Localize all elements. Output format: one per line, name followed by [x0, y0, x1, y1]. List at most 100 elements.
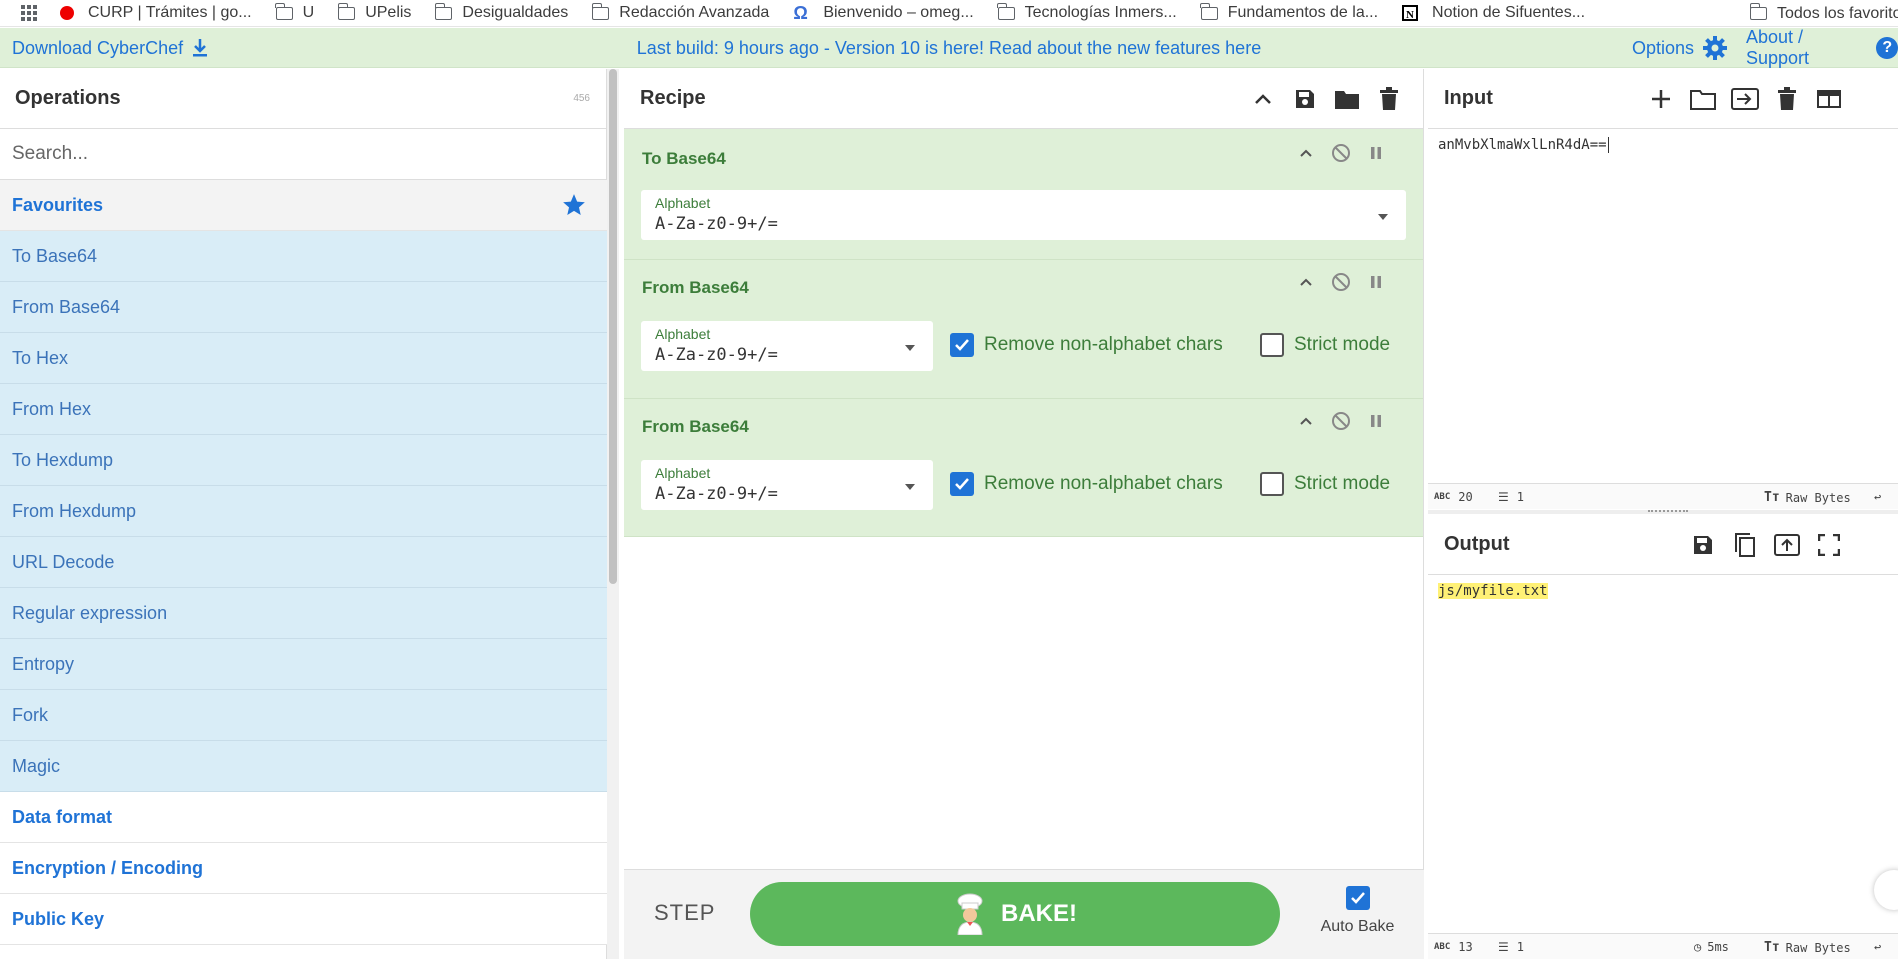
all-bookmarks[interactable]: Todos los favoritos: [1749, 0, 1898, 26]
add-tab-icon[interactable]: [1640, 84, 1682, 114]
field-label: Alphabet: [655, 326, 711, 342]
io-resize-handle[interactable]: [1428, 510, 1898, 514]
bookmark-item[interactable]: Fundamentos de la...: [1200, 2, 1378, 22]
encoding-label: Raw Bytes: [1785, 490, 1851, 505]
folder-icon: [591, 2, 610, 20]
breakpoint-icon[interactable]: [1358, 275, 1393, 289]
field-value: A-Za-z0-9+/=: [655, 214, 778, 234]
clear-input-icon[interactable]: [1766, 84, 1808, 114]
recipe-op-title: To Base64: [642, 149, 726, 168]
operation-item[interactable]: Fork: [0, 690, 607, 741]
top-banner: Download CyberChef Last build: 9 hours a…: [0, 27, 1898, 68]
operation-item[interactable]: To Hex: [0, 333, 607, 384]
disable-icon[interactable]: [1323, 272, 1358, 292]
alphabet-select[interactable]: Alphabet A-Za-z0-9+/=: [641, 321, 933, 371]
collapse-icon[interactable]: [1288, 416, 1323, 426]
operation-item[interactable]: Entropy: [0, 639, 607, 690]
bookmark-label: Bienvenido – omeg...: [823, 4, 974, 21]
maximise-icon[interactable]: [1808, 530, 1850, 560]
bookmark-item[interactable]: N Notion de Sifuentes...: [1402, 4, 1585, 22]
options-button[interactable]: Options: [1632, 28, 1728, 68]
category-public-key[interactable]: Public Key: [0, 894, 607, 945]
input-status-bar: ABC 20 ☰ 1 Tт Raw Bytes ↩: [1428, 483, 1898, 509]
operation-item[interactable]: From Hex: [0, 384, 607, 435]
copy-output-icon[interactable]: [1724, 530, 1766, 560]
alphabet-select[interactable]: Alphabet A-Za-z0-9+/=: [641, 190, 1406, 240]
operation-item[interactable]: To Base64: [0, 231, 607, 282]
scrollbar-thumb[interactable]: [609, 69, 617, 584]
checkbox-label: Remove non-alphabet chars: [984, 473, 1223, 494]
category-favourites[interactable]: Favourites: [0, 180, 607, 231]
category-encryption-encoding[interactable]: Encryption / Encoding: [0, 843, 607, 894]
lines-icon: ☰: [1498, 490, 1509, 504]
bookmark-item[interactable]: Redacción Avanzada: [591, 2, 770, 22]
download-cyberchef-link[interactable]: Download CyberChef: [12, 28, 209, 68]
operations-title: Operations: [15, 87, 121, 109]
collapse-icon[interactable]: [1288, 277, 1323, 287]
disable-icon[interactable]: [1323, 411, 1358, 431]
field-label: Alphabet: [655, 465, 711, 481]
bookmark-label: Tecnologías Inmers...: [1024, 4, 1177, 21]
options-label: Options: [1632, 37, 1695, 58]
operations-count: 456: [573, 93, 590, 104]
word-wrap-icon[interactable]: ↩: [1874, 490, 1881, 504]
word-wrap-icon[interactable]: ↩: [1874, 940, 1881, 954]
input-panel: Input anMvbXlmaWxlLnR4dA== ABC 20 ☰ 1 Tт Ra…: [1428, 69, 1898, 510]
collapse-icon[interactable]: [1288, 148, 1323, 158]
apps-grid-icon[interactable]: [0, 0, 58, 26]
save-recipe-icon[interactable]: [1284, 84, 1326, 114]
chef-icon: [957, 893, 983, 935]
bookmark-item[interactable]: Desigualdades: [434, 2, 568, 22]
recipe-op-to-base64[interactable]: To Base64 Alphabet A-Za-z0-9+/=: [624, 129, 1423, 260]
download-label: Download CyberChef: [12, 37, 184, 58]
bookmark-item[interactable]: CURP | Trámites | go...: [58, 4, 252, 22]
layout-icon[interactable]: [1808, 84, 1850, 114]
category-data-format[interactable]: Data format: [0, 792, 607, 843]
operations-search-input[interactable]: Search...: [0, 129, 606, 180]
auto-bake-label: Auto Bake: [1320, 918, 1395, 935]
breakpoint-icon[interactable]: [1358, 146, 1393, 160]
load-recipe-icon[interactable]: [1326, 84, 1368, 114]
alphabet-select[interactable]: Alphabet A-Za-z0-9+/=: [641, 460, 933, 510]
folder-icon: [1749, 3, 1767, 20]
clear-recipe-icon[interactable]: [1368, 84, 1410, 114]
open-file-icon[interactable]: [1724, 84, 1766, 114]
input-textarea[interactable]: anMvbXlmaWxlLnR4dA==: [1438, 137, 1609, 153]
operations-list: Favourites To Base64 From Base64 To Hex …: [0, 180, 607, 945]
operation-item[interactable]: From Hexdump: [0, 486, 607, 537]
operations-header: Operations 456: [0, 69, 606, 129]
recipe-op-from-base64[interactable]: From Base64 Alphabet A-Za-z0-9+/= Remove…: [624, 399, 1423, 537]
remove-non-alphabet-checkbox[interactable]: Remove non-alphabet chars: [950, 472, 1223, 496]
operation-item[interactable]: To Hexdump: [0, 435, 607, 486]
bookmark-item[interactable]: UPelis: [337, 2, 412, 22]
bake-button[interactable]: BAKE!: [750, 882, 1280, 946]
auto-bake-checkbox[interactable]: Auto Bake: [1310, 886, 1405, 936]
operation-item[interactable]: Regular expression: [0, 588, 607, 639]
open-folder-icon[interactable]: [1682, 84, 1724, 114]
bookmark-label: UPelis: [365, 4, 412, 21]
bookmark-item[interactable]: U: [275, 2, 314, 22]
about-support-button[interactable]: About / Support ?: [1746, 27, 1898, 68]
recipe-op-from-base64[interactable]: From Base64 Alphabet A-Za-z0-9+/= Remove…: [624, 260, 1423, 399]
build-message-link[interactable]: Last build: 9 hours ago - Version 10 is …: [637, 38, 1261, 59]
breakpoint-icon[interactable]: [1358, 414, 1393, 428]
strict-mode-checkbox[interactable]: Strict mode: [1260, 333, 1390, 357]
operation-item[interactable]: From Base64: [0, 282, 607, 333]
operation-item[interactable]: Magic: [0, 741, 607, 792]
step-button[interactable]: STEP: [654, 900, 715, 926]
bookmark-label: Redacción Avanzada: [619, 4, 770, 21]
collapse-all-icon[interactable]: [1242, 84, 1284, 114]
strict-mode-checkbox[interactable]: Strict mode: [1260, 472, 1390, 496]
input-encoding-selector[interactable]: Tт Raw Bytes: [1764, 490, 1851, 505]
all-bookmarks-label: Todos los favoritos: [1777, 4, 1898, 22]
disable-icon[interactable]: [1323, 143, 1358, 163]
output-encoding-selector[interactable]: Tт Raw Bytes: [1764, 940, 1851, 955]
output-textarea[interactable]: js/myfile.txt: [1438, 583, 1548, 599]
bookmark-item[interactable]: Tecnologías Inmers...: [997, 2, 1177, 22]
operations-scrollbar[interactable]: [607, 69, 619, 959]
save-output-icon[interactable]: [1682, 530, 1724, 560]
operation-item[interactable]: URL Decode: [0, 537, 607, 588]
replace-input-icon[interactable]: [1766, 530, 1808, 560]
remove-non-alphabet-checkbox[interactable]: Remove non-alphabet chars: [950, 333, 1223, 357]
bookmark-item[interactable]: Ω Bienvenido – omeg...: [793, 4, 973, 22]
